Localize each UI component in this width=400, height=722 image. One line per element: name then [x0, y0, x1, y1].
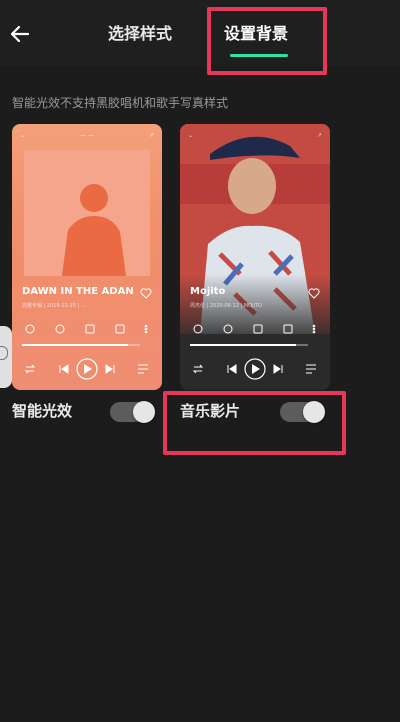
effect-icon [223, 324, 233, 334]
heart-icon [140, 288, 152, 299]
loop-icon [24, 364, 36, 374]
share-icon [193, 324, 203, 334]
card-header-tabs: — — [80, 132, 94, 139]
toggle-knob [133, 401, 155, 423]
share-icon [25, 324, 35, 334]
highlight-box-tab [207, 7, 327, 75]
notice-text: 智能光效不支持黑胶唱机和歌手写真样式 [12, 96, 229, 110]
card-header: ⌄ — — ↗ [12, 132, 162, 144]
style-preview-music-video[interactable]: ⌄ ↗ Mojito 周杰伦 | 2020-06-12 | MOJITO [180, 124, 330, 390]
effect-icon [55, 324, 65, 334]
smart-light-label: 智能光效 [12, 402, 73, 420]
play-icon [252, 364, 260, 374]
loop-icon [192, 364, 204, 374]
action-icons-row [193, 324, 316, 334]
progress-bar [190, 344, 308, 346]
background-settings-screen: 选择样式 设置背景 智能光效不支持黑胶唱机和歌手写真样式 ⌄ — — ↗ DAW… [0, 0, 400, 722]
highlight-box-toggle [163, 391, 346, 455]
silhouette-image [24, 150, 150, 276]
action-icons-row [25, 324, 148, 334]
card-header: ⌄ ↗ [180, 132, 330, 144]
album-cover [24, 150, 150, 276]
song-subtitle: 周杰伦 | 2020-06-12 | MOJITO [190, 303, 262, 309]
share-icon: ↗ [316, 132, 322, 139]
previous-icon [227, 364, 237, 374]
top-bar: 选择样式 设置背景 [0, 0, 400, 66]
playlist-icon [306, 364, 316, 374]
previous-icon [59, 364, 69, 374]
next-icon [105, 364, 115, 374]
song-title: Mojito [190, 286, 226, 297]
song-title: DAWN IN THE ADAN [22, 286, 134, 297]
play-icon [84, 364, 92, 374]
back-arrow-icon[interactable] [6, 20, 34, 48]
download-icon [253, 324, 263, 334]
share-icon: ↗ [148, 132, 154, 139]
song-subtitle: 完整专辑 | 2019-11-15 | ... [22, 303, 86, 309]
playback-controls [24, 358, 148, 380]
playlist-icon [138, 364, 148, 374]
style-preview-smart-light[interactable]: ⌄ — — ↗ DAWN IN THE ADAN 完整专辑 | 2019-11-… [12, 124, 162, 390]
comment-icon [283, 324, 293, 334]
progress-bar [22, 344, 140, 346]
comment-icon [115, 324, 125, 334]
download-icon [85, 324, 95, 334]
tab-choose-style[interactable]: 选择样式 [108, 24, 172, 44]
next-icon [273, 364, 283, 374]
chevron-down-icon: ⌄ [188, 132, 194, 139]
playback-controls [192, 358, 316, 380]
heart-icon [308, 288, 320, 299]
chevron-down-icon: ⌄ [20, 132, 26, 139]
smart-light-toggle[interactable] [110, 401, 155, 423]
